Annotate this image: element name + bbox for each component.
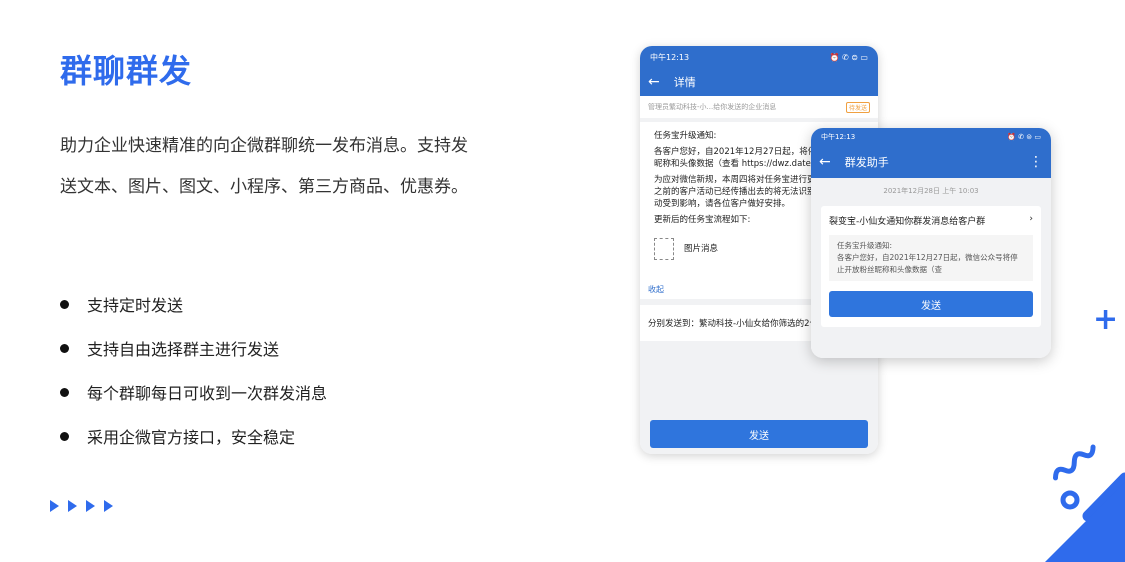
image-icon	[654, 238, 674, 260]
arrow-right-icon	[86, 500, 95, 512]
triangle-icon	[1045, 482, 1125, 562]
bullet-dot-icon	[60, 387, 69, 397]
broadcast-card[interactable]: 裂变宝-小仙女通知你群发消息给客户群 › 任务宝升级通知: 各客户您好，自202…	[821, 206, 1041, 327]
more-options-icon[interactable]: ⋮	[1029, 154, 1043, 170]
card-preview-title: 任务宝升级通知:	[837, 241, 893, 250]
list-item: 支持自由选择群主进行发送	[60, 326, 327, 370]
bullet-dot-icon	[60, 299, 69, 309]
list-item-label: 支持定时发送	[87, 296, 184, 315]
back-arrow-icon[interactable]: ←	[648, 74, 660, 90]
sender-line: 管理员繁动科技-小...给你发送的企业消息 待发送	[640, 96, 878, 118]
nav-title: 群发助手	[844, 156, 889, 169]
send-button[interactable]: 发送	[829, 291, 1033, 317]
list-item: 每个群聊每日可收到一次群发消息	[60, 370, 327, 414]
nav-bar: ← 群发助手 ⋮	[811, 146, 1051, 178]
list-item: 采用企微官方接口，安全稳定	[60, 414, 327, 458]
bullet-dot-icon	[60, 343, 69, 353]
page-title: 群聊群发	[60, 52, 193, 90]
list-item-label: 采用企微官方接口，安全稳定	[87, 428, 296, 447]
list-item-label: 每个群聊每日可收到一次群发消息	[87, 384, 328, 403]
sender-text: 管理员繁动科技-小...给你发送的企业消息	[648, 103, 777, 111]
nav-bar: ← 详情	[640, 68, 878, 96]
phone-broadcast-screen: 中午12:13 ⏰ ✆ ⊜ ▭ ← 群发助手 ⋮ 2021年12月28日 上午 …	[811, 128, 1051, 358]
card-header: 裂变宝-小仙女通知你群发消息给客户群 ›	[829, 214, 1033, 227]
nav-title: 详情	[673, 76, 696, 89]
feature-description: 助力企业快速精准的向企微群聊统一发布消息。支持发送文本、图片、图文、小程序、第三…	[60, 136, 468, 197]
status-time: 中午12:13	[821, 133, 856, 141]
arrow-right-icon	[104, 500, 113, 512]
image-message-label: 图片消息	[684, 244, 719, 254]
back-arrow-icon[interactable]: ←	[819, 154, 831, 170]
wave-icon	[1052, 444, 1096, 481]
ring-icon	[1060, 490, 1080, 510]
status-icons: ⏰ ✆ ⊜ ▭	[1007, 133, 1041, 141]
status-time: 中午12:13	[650, 52, 690, 62]
message-timestamp: 2021年12月28日 上午 10:03	[883, 187, 979, 195]
arrow-right-icon	[50, 500, 59, 512]
card-preview-text: 各客户您好，自2021年12月27日起，微信公众号将停止开放粉丝昵称和头像数据（…	[837, 253, 1018, 274]
decorative-shapes	[1045, 444, 1125, 562]
status-bar: 中午12:13 ⏰ ✆ ⊜ ▭	[640, 46, 878, 68]
status-bar: 中午12:13 ⏰ ✆ ⊜ ▭	[811, 128, 1051, 146]
bullet-dot-icon	[60, 431, 69, 441]
arrow-right-icon	[68, 500, 77, 512]
status-icons: ⏰ ✆ ⊜ ▭	[829, 52, 868, 62]
list-item-label: 支持自由选择群主进行发送	[87, 340, 280, 359]
chevron-right-icon: ›	[1029, 214, 1033, 224]
broadcast-body: 2021年12月28日 上午 10:03 裂变宝-小仙女通知你群发消息给客户群 …	[811, 178, 1051, 358]
decorative-arrows	[50, 500, 113, 512]
feature-list: 支持定时发送 支持自由选择群主进行发送 每个群聊每日可收到一次群发消息 采用企微…	[60, 282, 327, 458]
card-title: 裂变宝-小仙女通知你群发消息给客户群	[829, 217, 986, 227]
send-button[interactable]: 发送	[650, 420, 868, 448]
plus-icon: +	[1093, 302, 1119, 337]
status-badge: 待发送	[845, 101, 870, 113]
list-item: 支持定时发送	[60, 282, 327, 326]
card-preview: 任务宝升级通知: 各客户您好，自2021年12月27日起，微信公众号将停止开放粉…	[829, 235, 1033, 281]
